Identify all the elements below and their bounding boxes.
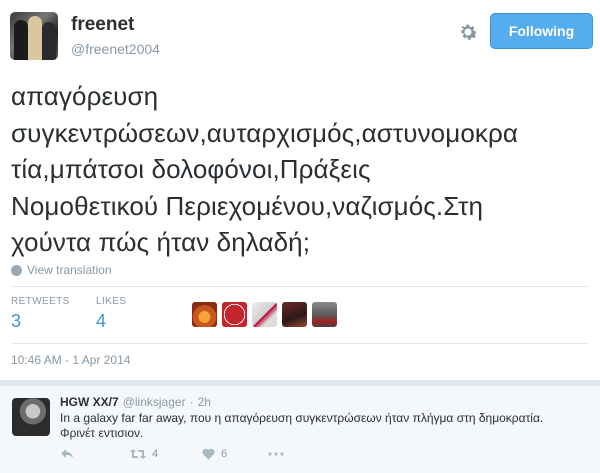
retweet-button[interactable]: 4: [130, 448, 202, 460]
reply-like-count: 6: [221, 448, 228, 460]
liker-avatar[interactable]: [222, 302, 247, 327]
tweet-text-line: Νομοθετικού Περιεχομένου,ναζισμός.Στη: [11, 190, 484, 221]
reply-header: HGW XX/7 @linksjager · 2h: [60, 395, 211, 409]
reply-author-handle[interactable]: @linksjager: [123, 395, 186, 409]
tweet-text-line: χούντα πώς ήταν δηλαδή;: [11, 227, 311, 257]
author-handle[interactable]: @freenet2004: [71, 41, 160, 57]
reply-retweet-count: 4: [152, 448, 159, 460]
likes-stat[interactable]: LIKES 4: [96, 296, 126, 332]
reply-icon: [61, 449, 73, 458]
view-translation-link[interactable]: View translation: [11, 263, 112, 277]
globe-icon: [11, 264, 22, 276]
tweet-text-line: απαγόρευση: [11, 81, 159, 111]
tweet-text-line: τία,μπάτσοι δολοφόνοι,Πράξεις: [11, 154, 371, 184]
more-icon: [268, 452, 284, 456]
retweets-count: 3: [11, 311, 22, 331]
following-button[interactable]: Following: [490, 13, 593, 49]
retweets-label: RETWEETS: [11, 296, 70, 307]
reply-actions: 4 6: [60, 448, 284, 460]
liker-avatar[interactable]: [252, 302, 277, 327]
likes-count: 4: [96, 311, 107, 331]
reply-author-name[interactable]: HGW XX/7: [60, 395, 119, 409]
liker-avatar[interactable]: [282, 302, 307, 327]
reply-tweet[interactable]: HGW XX/7 @linksjager · 2h In a galaxy fa…: [0, 386, 600, 473]
retweet-icon: [130, 449, 146, 459]
liker-avatars: [192, 302, 337, 327]
tweet-text-line: συγκεντρώσεων,αυταρχισμός,αστυνομοκρα: [11, 117, 519, 148]
heart-icon: [202, 448, 215, 460]
reply-button[interactable]: [60, 448, 130, 460]
reply-text: In a galaxy far far away, που η απαγόρευ…: [60, 411, 544, 440]
retweets-stat[interactable]: RETWEETS 3: [11, 296, 70, 332]
like-button[interactable]: 6: [202, 448, 268, 460]
liker-avatar[interactable]: [312, 302, 337, 327]
reply-separator: ·: [189, 395, 194, 409]
tweet-card: freenet @freenet2004 Following απαγόρευσ…: [0, 0, 600, 380]
gear-icon[interactable]: [456, 20, 480, 44]
liker-avatar[interactable]: [192, 302, 217, 327]
reply-time[interactable]: 2h: [198, 395, 211, 409]
tweet-timestamp[interactable]: 10:46 AM - 1 Apr 2014: [11, 353, 130, 367]
reply-avatar[interactable]: [12, 398, 50, 436]
divider: [11, 286, 589, 287]
more-button[interactable]: [268, 452, 284, 456]
tweet-text: απαγόρευση συγκεντρώσεων,αυταρχισμός,αστ…: [11, 78, 586, 261]
author-name[interactable]: freenet: [71, 14, 134, 36]
divider: [11, 343, 589, 344]
likes-label: LIKES: [96, 296, 127, 307]
author-avatar[interactable]: [10, 12, 58, 60]
view-translation-label: View translation: [27, 263, 112, 277]
